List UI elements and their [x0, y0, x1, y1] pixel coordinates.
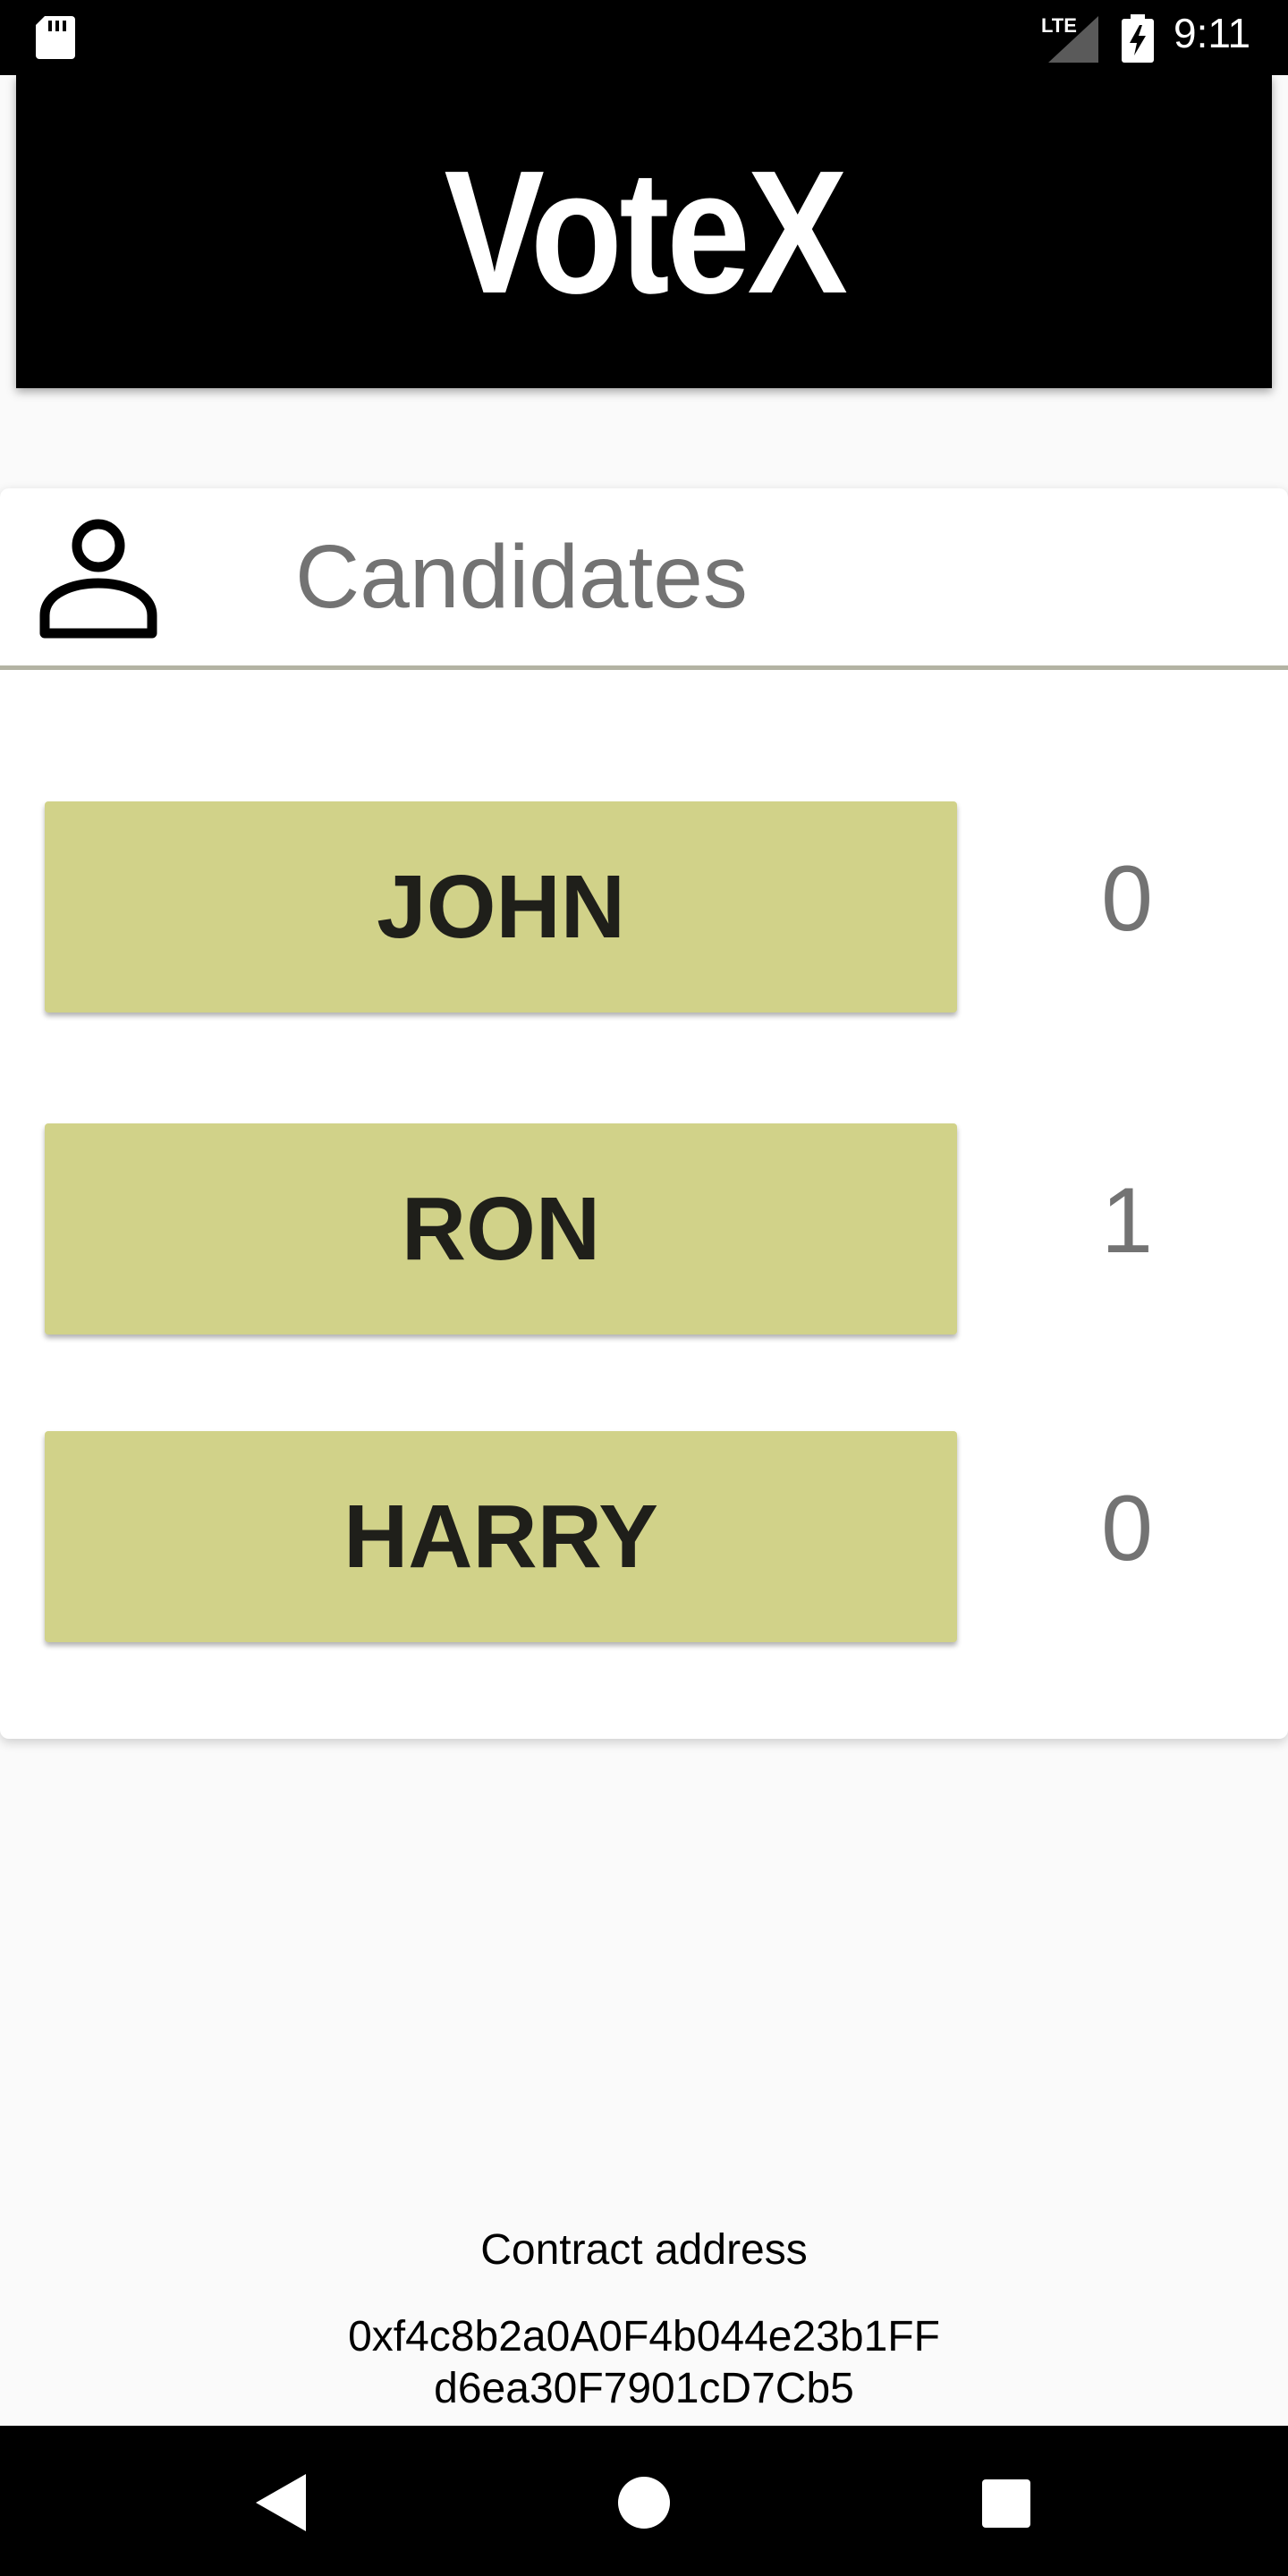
- contract-address-label: Contract address: [480, 2226, 808, 2274]
- candidate-row-ron: RON 1: [0, 1123, 1288, 1338]
- candidate-row-harry: HARRY 0: [0, 1431, 1288, 1646]
- app-title: VoteX: [443, 133, 847, 330]
- vote-button-john[interactable]: JOHN: [45, 801, 957, 1013]
- card-title: Candidates: [295, 527, 748, 627]
- candidates-card-header: Candidates: [0, 488, 1288, 670]
- candidate-row-john: JOHN 0: [0, 801, 1288, 1016]
- battery-charging-icon: [1122, 14, 1154, 63]
- screen: LTE 9:11 VoteX Candidates JOHN 0 RON 1 H…: [0, 0, 1288, 2576]
- vote-count-john: 0: [1101, 847, 1153, 951]
- contract-address-line-1: 0xf4c8b2a0A0F4b044e23b1FF: [348, 2313, 940, 2360]
- vote-button-harry[interactable]: HARRY: [45, 1431, 957, 1642]
- status-time: 9:11: [1174, 10, 1251, 56]
- contract-address-value: 0xf4c8b2a0A0F4b044e23b1FF d6ea30F7901cD7…: [0, 2311, 1288, 2415]
- contract-address-line-2: d6ea30F7901cD7Cb5: [434, 2365, 854, 2412]
- vote-count-ron: 1: [1101, 1169, 1153, 1273]
- status-bar: LTE 9:11: [0, 0, 1288, 75]
- vote-count-harry: 0: [1101, 1477, 1153, 1580]
- candidates-card: Candidates JOHN 0 RON 1 HARRY 0: [0, 488, 1288, 1739]
- person-icon: [39, 519, 157, 639]
- recent-apps-icon[interactable]: [982, 2479, 1030, 2528]
- signal-icon: [1048, 16, 1098, 63]
- sd-card-icon: [36, 16, 75, 59]
- home-icon[interactable]: [617, 2476, 671, 2529]
- navigation-bar: [0, 2426, 1288, 2576]
- app-header: VoteX: [16, 75, 1272, 388]
- vote-button-ron[interactable]: RON: [45, 1123, 957, 1335]
- back-icon[interactable]: [256, 2474, 306, 2531]
